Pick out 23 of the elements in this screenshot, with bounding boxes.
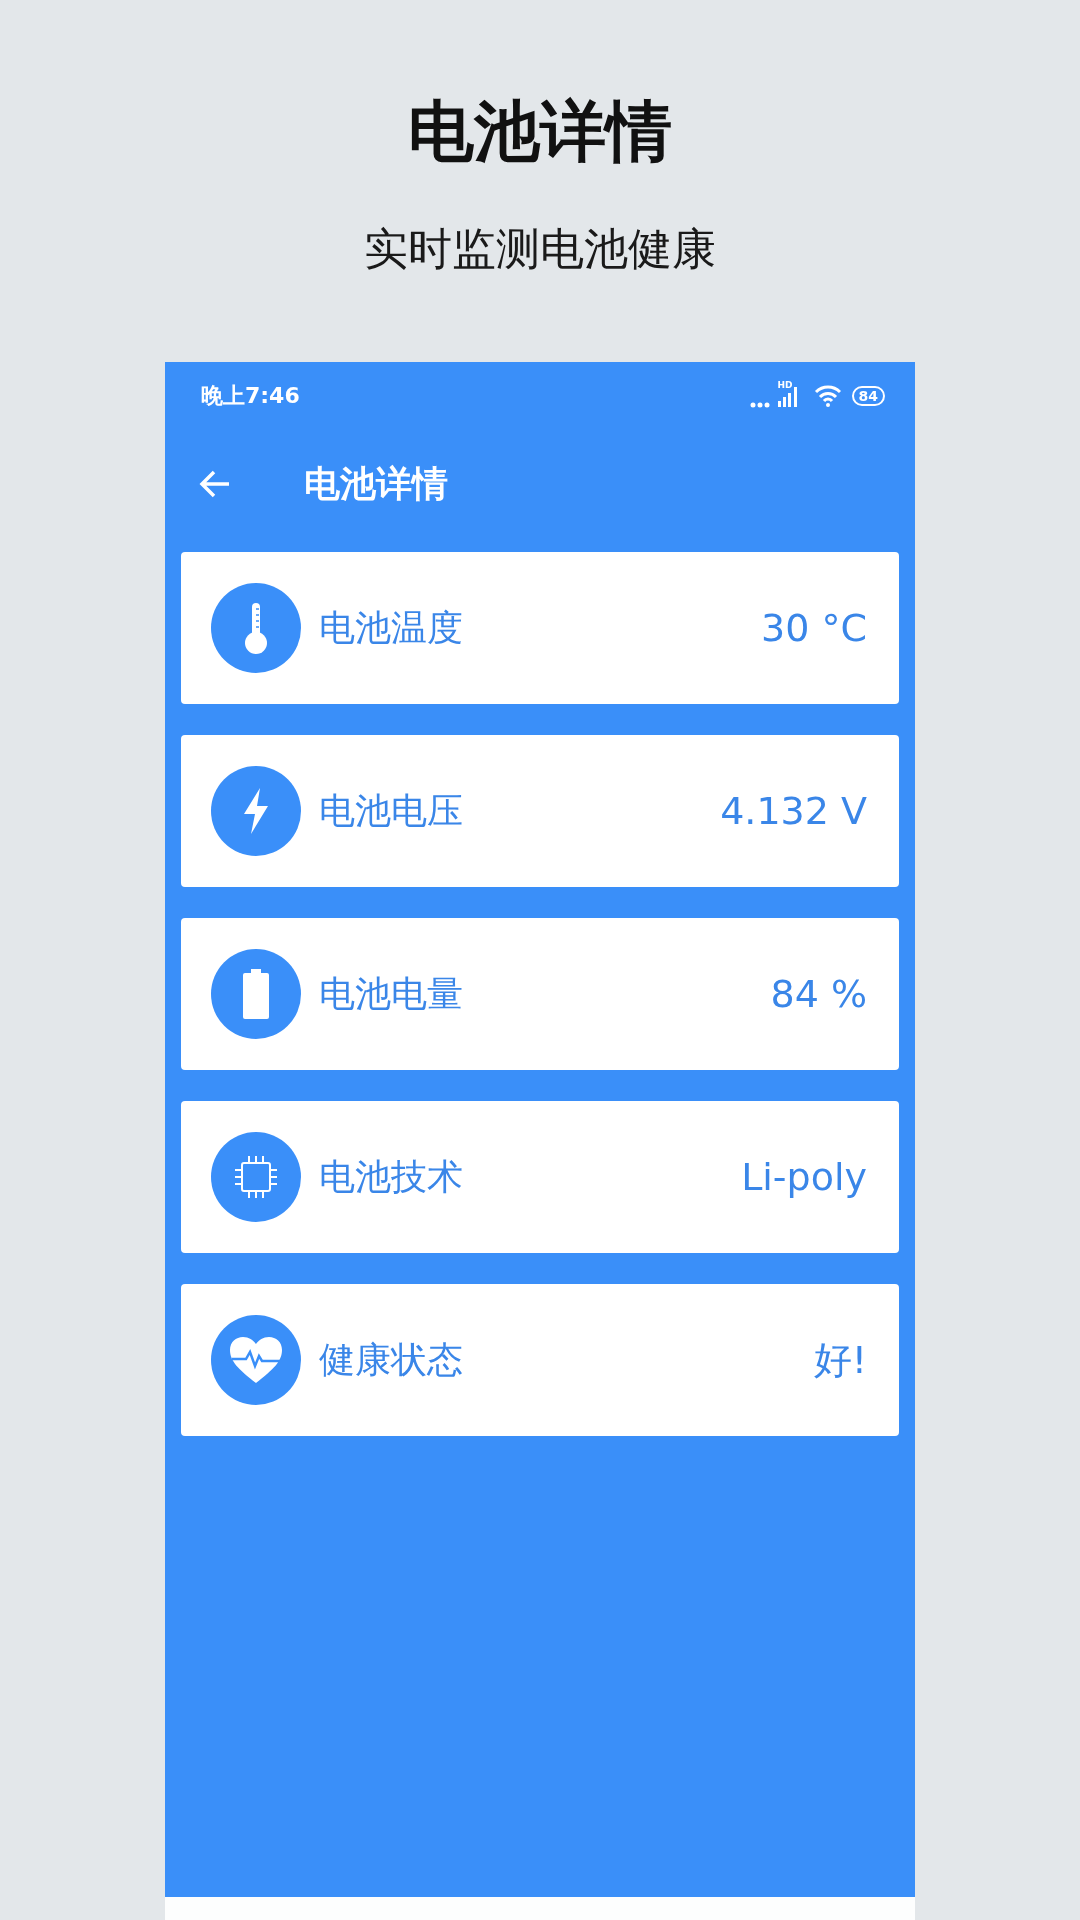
info-value: 84 % — [770, 972, 867, 1016]
info-value: 4.132 V — [720, 789, 867, 833]
headline: 电池详情 — [408, 92, 672, 172]
toolbar-title: 电池详情 — [304, 461, 448, 506]
chip-icon — [232, 1153, 280, 1201]
thermometer-icon — [243, 601, 269, 655]
info-value: 30 °C — [761, 606, 867, 650]
info-label: 电池电压 — [319, 788, 464, 833]
back-arrow-icon[interactable] — [199, 470, 231, 498]
info-label: 电池温度 — [319, 605, 464, 650]
info-label: 电池技术 — [319, 1154, 464, 1199]
info-value: 好! — [813, 1336, 867, 1384]
info-value: Li-poly — [741, 1155, 867, 1199]
info-label: 健康状态 — [319, 1337, 464, 1382]
status-time: 晚上7:46 — [201, 382, 301, 410]
heartbeat-icon — [228, 1335, 284, 1385]
subtitle: 实时监测电池健康 — [364, 224, 716, 274]
lightning-bolt-icon — [242, 788, 270, 834]
wifi-icon — [813, 384, 842, 408]
info-label: 电池电量 — [319, 971, 464, 1016]
network-type: HD — [777, 381, 793, 390]
battery-icon — [242, 969, 270, 1019]
battery-indicator: 84 — [851, 386, 885, 406]
